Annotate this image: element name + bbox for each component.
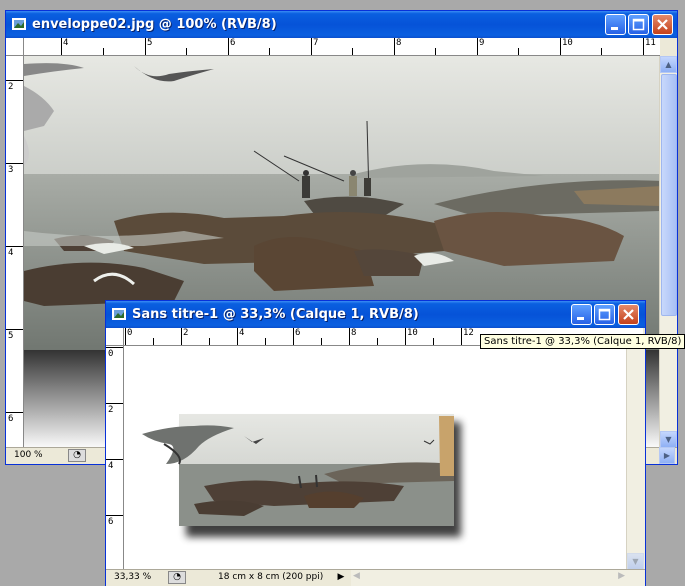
- status-menu-icon: ◔: [73, 450, 81, 460]
- ruler-label: 10: [407, 328, 418, 338]
- front-status-bar: 33,33 % ◔ 18 cm x 8 cm (200 ppi) ▶ ◀ ▶: [106, 569, 645, 586]
- front-window-title: Sans titre-1 @ 33,3% (Calque 1, RVB/8): [132, 307, 419, 322]
- minimize-icon: [611, 27, 618, 30]
- back-zoom-level[interactable]: 100 %: [14, 450, 43, 460]
- scroll-up-icon: ▲: [665, 60, 672, 69]
- back-maximize-button[interactable]: [628, 14, 649, 35]
- doc-info-text: 18 cm x 8 cm (200 ppi): [218, 572, 324, 582]
- play-arrow-icon: ▶: [337, 572, 345, 582]
- photoshop-doc-icon: [112, 308, 126, 320]
- close-icon: [657, 19, 668, 30]
- back-close-button[interactable]: [652, 14, 673, 35]
- front-vertical-ruler: 0 2 4 6: [106, 346, 124, 570]
- back-window-titlebar[interactable]: enveloppe02.jpg @ 100% (RVB/8): [6, 11, 677, 38]
- close-icon: [623, 309, 634, 320]
- maximize-icon: [632, 18, 645, 31]
- scroll-right-icon: ▶: [663, 451, 671, 460]
- ruler-label: 3: [8, 165, 14, 175]
- front-window-titlebar[interactable]: Sans titre-1 @ 33,3% (Calque 1, RVB/8): [106, 301, 645, 328]
- front-close-button[interactable]: [618, 304, 639, 325]
- ruler-label: 5: [8, 331, 14, 341]
- ruler-label: 8: [396, 38, 402, 48]
- front-status-menu-button[interactable]: ◔: [168, 571, 186, 584]
- ruler-label: 6: [230, 38, 236, 48]
- ruler-label: 0: [127, 328, 133, 338]
- ruler-label: 9: [479, 38, 485, 48]
- scroll-down-button[interactable]: ▼: [660, 431, 677, 448]
- ruler-label: 12: [463, 328, 474, 338]
- scroll-right-icon[interactable]: ▶: [618, 571, 625, 581]
- window-title-tooltip: Sans titre-1 @ 33,3% (Calque 1, RVB/8): [480, 334, 685, 349]
- ruler-label: 6: [108, 517, 114, 527]
- back-vertical-scrollbar[interactable]: ▲ ▼: [659, 56, 677, 448]
- front-maximize-button[interactable]: [594, 304, 615, 325]
- play-arrow-button[interactable]: ▶: [334, 571, 348, 584]
- photoshop-doc-icon: [12, 18, 26, 30]
- ruler-label: 4: [63, 38, 69, 48]
- scroll-right-button[interactable]: ▶: [659, 447, 675, 464]
- scroll-down-button[interactable]: ▼: [627, 553, 644, 570]
- ruler-label: 8: [351, 328, 357, 338]
- front-horizontal-scrollbar[interactable]: ◀ ▶: [351, 570, 645, 586]
- ruler-label: 7: [313, 38, 319, 48]
- back-horizontal-ruler: 4 5 6 7 8 9 10 11: [24, 38, 660, 56]
- ruler-label: 10: [562, 38, 573, 48]
- front-zoom-level[interactable]: 33,33 %: [114, 572, 151, 582]
- back-ruler-corner: [6, 38, 24, 56]
- minimize-icon: [577, 317, 584, 320]
- ruler-label: 4: [8, 248, 14, 258]
- ruler-label: 0: [108, 349, 114, 359]
- composite-photo: [142, 414, 461, 537]
- front-ruler-corner: [106, 328, 124, 346]
- ruler-label: 2: [183, 328, 189, 338]
- front-vertical-scrollbar[interactable]: ▼: [626, 346, 645, 570]
- scroll-down-icon: ▼: [665, 435, 672, 444]
- back-window-title: enveloppe02.jpg @ 100% (RVB/8): [32, 17, 277, 32]
- ruler-label: 2: [108, 405, 114, 415]
- scroll-left-icon[interactable]: ◀: [353, 571, 360, 581]
- front-minimize-button[interactable]: [571, 304, 592, 325]
- ruler-label: 4: [239, 328, 245, 338]
- back-scroll-thumb[interactable]: [661, 74, 677, 316]
- ruler-label: 2: [8, 82, 14, 92]
- front-image-canvas[interactable]: [124, 346, 626, 570]
- status-menu-icon: ◔: [173, 572, 181, 582]
- maximize-icon: [598, 308, 611, 321]
- back-vertical-ruler: 2 3 4 5 6: [6, 56, 24, 448]
- ruler-label: 6: [8, 414, 14, 424]
- back-status-menu-button[interactable]: ◔: [68, 449, 86, 462]
- scroll-up-button[interactable]: ▲: [660, 56, 677, 73]
- back-minimize-button[interactable]: [605, 14, 626, 35]
- ruler-label: 5: [147, 38, 153, 48]
- ruler-label: 6: [295, 328, 301, 338]
- scroll-down-icon: ▼: [632, 557, 639, 566]
- ruler-label: 4: [108, 461, 114, 471]
- ruler-label: 11: [645, 38, 656, 48]
